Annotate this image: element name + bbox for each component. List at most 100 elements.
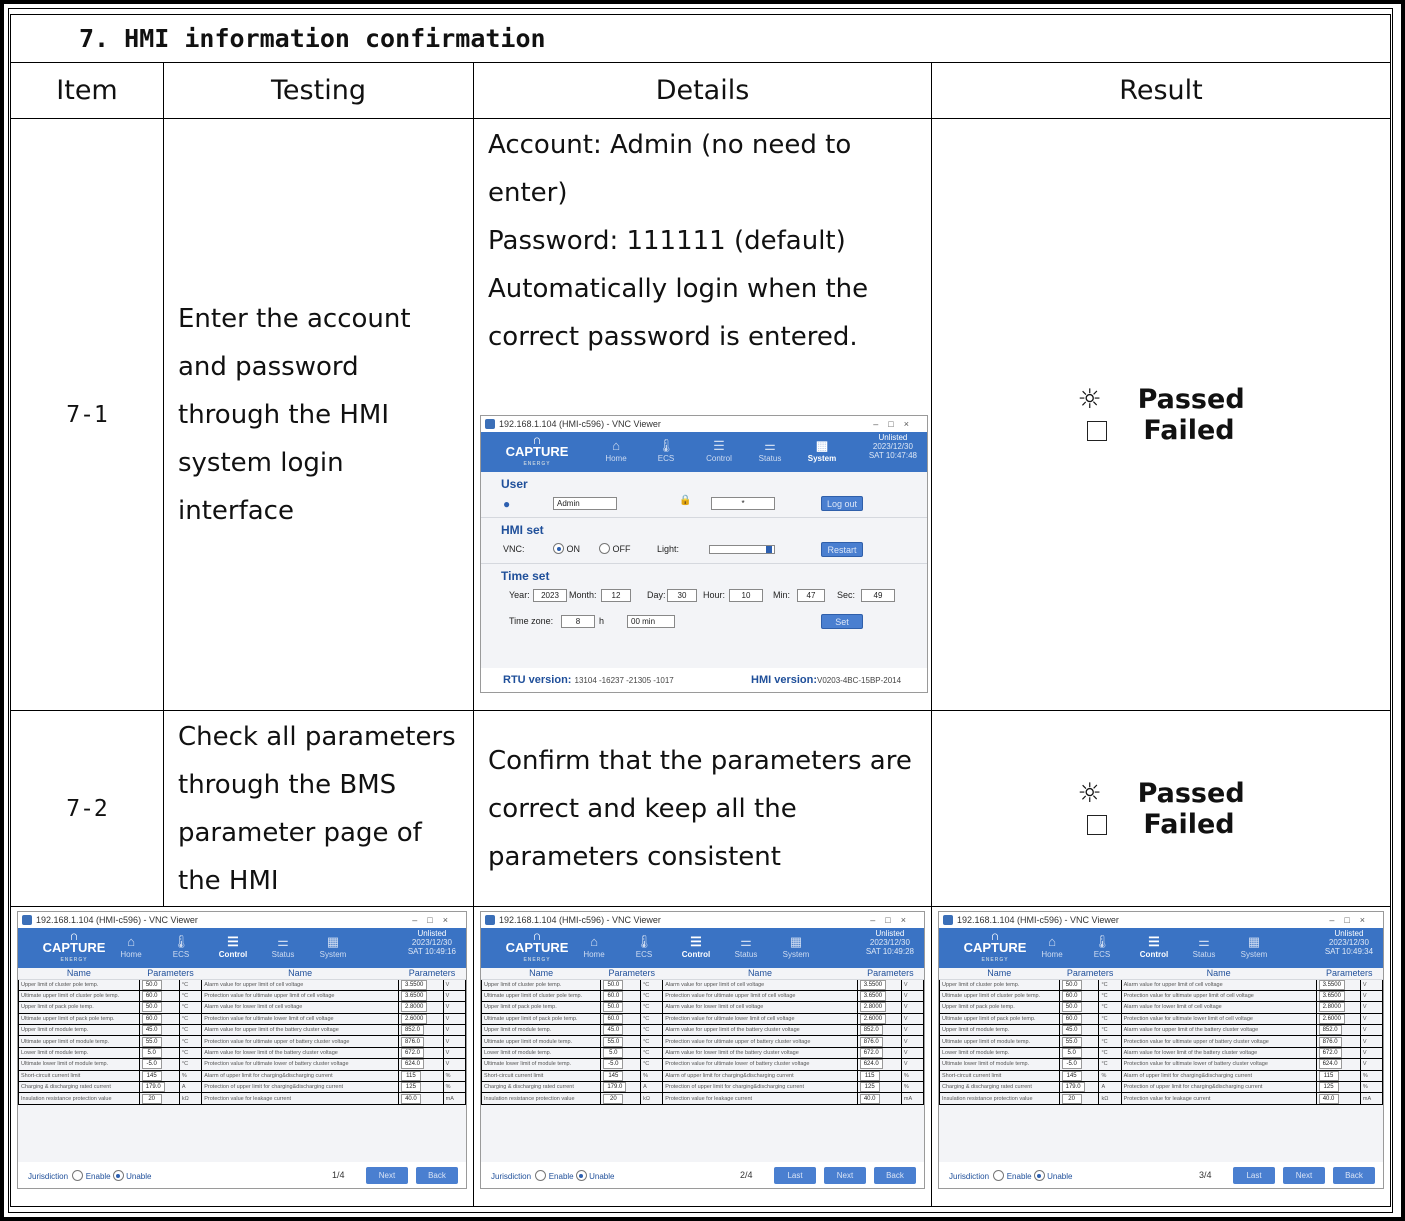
param-value[interactable]: 40.0 <box>859 1093 880 1104</box>
back-page-button[interactable]: Back <box>1333 1167 1375 1184</box>
nav-home[interactable]: ⌂ Home <box>1027 934 1077 959</box>
nav-status[interactable]: ⚌ Status <box>1179 934 1229 959</box>
param-value[interactable]: 115 <box>859 1071 880 1081</box>
window-controls[interactable]: –□× <box>870 912 916 928</box>
nav-status[interactable]: ⚌ Status <box>258 934 308 959</box>
nav-control[interactable]: ☰ Control <box>1129 934 1179 959</box>
unable-radio[interactable]: Unable <box>112 1170 151 1181</box>
nav-control[interactable]: ☰ Control <box>671 934 721 959</box>
window-controls[interactable]: –□× <box>873 416 919 432</box>
param-value[interactable]: 3.6500 <box>859 991 887 1001</box>
window-controls[interactable]: –□× <box>1329 912 1375 928</box>
param-value[interactable]: 672.0 <box>859 1048 883 1058</box>
param-value[interactable]: 672.0 <box>400 1048 424 1058</box>
nav-control[interactable]: ☰ Control <box>208 934 258 959</box>
day-field[interactable]: 30 <box>667 589 697 602</box>
next-page-button[interactable]: Next <box>1283 1167 1325 1184</box>
param-value[interactable]: 115 <box>1318 1071 1339 1081</box>
param-value[interactable]: 624.0 <box>1318 1059 1342 1070</box>
param-value[interactable]: 40.0 <box>1318 1093 1339 1104</box>
restart-button[interactable]: Restart <box>821 542 863 557</box>
param-value[interactable]: 5.0 <box>603 1048 624 1058</box>
param-value[interactable]: 3.6500 <box>400 991 428 1001</box>
enable-radio[interactable]: Enable <box>993 1170 1032 1181</box>
password-field[interactable]: * <box>711 497 775 510</box>
param-value[interactable]: 50.0 <box>141 1002 162 1013</box>
param-value[interactable]: 60.0 <box>603 1014 624 1024</box>
param-value[interactable]: 2.8000 <box>1318 1002 1345 1013</box>
set-time-button[interactable]: Set <box>821 614 863 629</box>
param-value[interactable]: 2.8000 <box>400 1002 428 1013</box>
nav-home[interactable]: ⌂ Home <box>591 438 641 463</box>
nav-ecs[interactable]: 🌡 ECS <box>619 934 669 959</box>
account-select[interactable]: Admin <box>553 497 617 510</box>
param-value[interactable]: 55.0 <box>1061 1036 1082 1047</box>
param-value[interactable]: 60.0 <box>1061 1014 1082 1024</box>
back-page-button[interactable]: Back <box>416 1167 458 1184</box>
param-value[interactable]: 20 <box>1061 1093 1082 1104</box>
param-value[interactable]: 125 <box>859 1082 880 1092</box>
param-value[interactable]: -5.0 <box>141 1059 162 1070</box>
enable-radio[interactable]: Enable <box>72 1170 111 1181</box>
failed-option[interactable]: Failed <box>1069 809 1252 840</box>
nav-home[interactable]: ⌂ Home <box>569 934 619 959</box>
nav-system[interactable]: ▦ System <box>771 934 821 959</box>
param-value[interactable]: 125 <box>1318 1082 1339 1092</box>
hour-field[interactable]: 10 <box>729 589 763 602</box>
passed-option[interactable]: ☼ Passed <box>1059 384 1262 415</box>
param-value[interactable]: 60.0 <box>603 991 624 1001</box>
year-field[interactable]: 2023 <box>533 589 567 602</box>
window-controls[interactable]: –□× <box>412 912 458 928</box>
param-value[interactable]: 125 <box>400 1082 421 1092</box>
next-page-button[interactable]: Next <box>366 1167 408 1184</box>
nav-ecs[interactable]: 🌡 ECS <box>641 438 691 463</box>
param-value[interactable]: 3.6500 <box>1318 991 1345 1001</box>
unable-radio[interactable]: Unable <box>1033 1170 1072 1181</box>
param-value[interactable]: 50.0 <box>1061 980 1082 990</box>
param-value[interactable]: 45.0 <box>603 1025 624 1035</box>
param-value[interactable]: 179.0 <box>1061 1082 1085 1092</box>
param-value[interactable]: 115 <box>400 1071 421 1081</box>
last-page-button[interactable]: Last <box>774 1167 816 1184</box>
nav-control[interactable]: ☰ Control <box>694 438 744 463</box>
nav-system[interactable]: ▦ System <box>1229 934 1279 959</box>
min-field[interactable]: 47 <box>797 589 825 602</box>
param-value[interactable]: 50.0 <box>603 1002 624 1013</box>
sec-field[interactable]: 49 <box>861 589 895 602</box>
nav-home[interactable]: ⌂ Home <box>106 934 156 959</box>
back-page-button[interactable]: Back <box>874 1167 916 1184</box>
param-value[interactable]: 3.5500 <box>1318 980 1345 990</box>
param-value[interactable]: 624.0 <box>859 1059 883 1070</box>
last-page-button[interactable]: Last <box>1233 1167 1275 1184</box>
param-value[interactable]: 876.0 <box>1318 1036 1342 1047</box>
param-value[interactable]: 179.0 <box>141 1082 165 1092</box>
param-value[interactable]: 876.0 <box>400 1036 424 1047</box>
param-value[interactable]: 45.0 <box>1061 1025 1082 1035</box>
param-value[interactable]: 2.6000 <box>400 1014 428 1024</box>
param-value[interactable]: 145 <box>141 1071 162 1081</box>
nav-system[interactable]: ▦ System <box>797 438 847 463</box>
param-value[interactable]: 672.0 <box>1318 1048 1342 1058</box>
param-value[interactable]: 179.0 <box>603 1082 627 1092</box>
param-value[interactable]: 5.0 <box>141 1048 162 1058</box>
nav-ecs[interactable]: 🌡 ECS <box>1077 934 1127 959</box>
param-value[interactable]: 5.0 <box>1061 1048 1082 1058</box>
param-value[interactable]: 145 <box>1061 1071 1082 1081</box>
timezone-min-select[interactable]: 00 min <box>627 615 675 628</box>
param-value[interactable]: 55.0 <box>141 1036 162 1047</box>
param-value[interactable]: 624.0 <box>400 1059 424 1070</box>
enable-radio[interactable]: Enable <box>535 1170 574 1181</box>
vnc-on-radio[interactable]: ON <box>553 543 580 554</box>
param-value[interactable]: -5.0 <box>1061 1059 1082 1070</box>
nav-ecs[interactable]: 🌡 ECS <box>156 934 206 959</box>
light-slider[interactable] <box>709 545 775 554</box>
param-value[interactable]: -5.0 <box>603 1059 624 1070</box>
logout-button[interactable]: Log out <box>821 496 863 511</box>
param-value[interactable]: 3.5500 <box>400 980 428 990</box>
failed-option[interactable]: Failed <box>1069 415 1252 446</box>
param-value[interactable]: 852.0 <box>1318 1025 1342 1035</box>
nav-system[interactable]: ▦ System <box>308 934 358 959</box>
timezone-field[interactable]: 8 <box>561 615 595 628</box>
param-value[interactable]: 20 <box>141 1093 162 1104</box>
param-value[interactable]: 60.0 <box>141 1014 162 1024</box>
